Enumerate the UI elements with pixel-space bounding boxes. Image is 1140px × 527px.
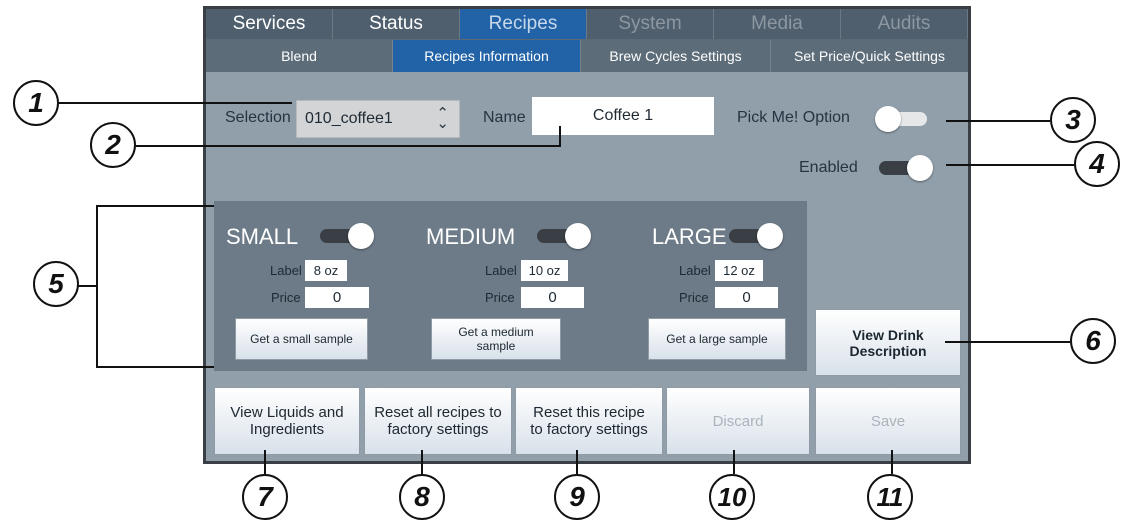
callout-line-2 xyxy=(136,145,561,147)
size-small-title: SMALL xyxy=(226,224,299,249)
size-medium-title: MEDIUM xyxy=(426,224,516,249)
size-small-price-field[interactable]: 0 xyxy=(305,287,369,308)
callout-2: 2 xyxy=(90,122,136,168)
callout-line-2-vertical xyxy=(559,126,561,146)
name-label: Name xyxy=(483,109,526,126)
recipes-screen: Services Status Recipes System Media Aud… xyxy=(203,6,971,464)
selection-value: 010_coffee1 xyxy=(305,110,393,127)
size-medium-label-field[interactable]: 10 oz xyxy=(521,260,568,281)
pick-me-label: Pick Me! Option xyxy=(737,109,850,126)
get-large-sample-button[interactable]: Get a large sample xyxy=(648,318,786,360)
save-button[interactable]: Save xyxy=(815,387,961,455)
reset-this-recipe-button[interactable]: Reset this recipe to factory settings xyxy=(515,387,663,455)
toggle-knob xyxy=(348,223,374,249)
size-small: SMALL Label 8 oz Price 0 Get a small sam… xyxy=(224,201,404,371)
tab-recipes[interactable]: Recipes xyxy=(460,9,587,39)
size-large-label-field[interactable]: 12 oz xyxy=(715,260,763,281)
callout-line-10 xyxy=(733,450,735,474)
up-down-chevron-icon: ⌃ ⌄ xyxy=(436,105,449,132)
callout-bracket-5-top xyxy=(96,205,214,207)
callout-11: 11 xyxy=(867,474,913,520)
size-large-title: LARGE xyxy=(652,224,727,249)
tab-services[interactable]: Services xyxy=(206,9,333,39)
size-small-label-field[interactable]: 8 oz xyxy=(305,260,347,281)
view-drink-description-button[interactable]: View Drink Description xyxy=(815,309,961,376)
size-small-label-caption: Label xyxy=(270,263,302,278)
size-large: LARGE Label 12 oz Price 0 Get a large sa… xyxy=(634,201,814,371)
callout-line-6 xyxy=(945,341,1070,343)
reset-all-recipes-button[interactable]: Reset all recipes to factory settings xyxy=(364,387,512,455)
callout-1: 1 xyxy=(13,80,59,126)
callout-line-1 xyxy=(58,102,292,104)
callout-9: 9 xyxy=(554,474,600,520)
callout-4: 4 xyxy=(1074,141,1120,187)
size-large-price-caption: Price xyxy=(679,290,709,305)
tab-status[interactable]: Status xyxy=(333,9,460,39)
pick-me-toggle[interactable] xyxy=(875,106,931,132)
size-medium-toggle[interactable] xyxy=(537,223,591,249)
callout-line-3 xyxy=(946,120,1050,122)
toggle-knob xyxy=(907,155,933,181)
sub-tabs: Blend Recipes Information Brew Cycles Se… xyxy=(206,39,968,72)
subtab-set-price-quick-settings[interactable]: Set Price/Quick Settings xyxy=(771,40,968,72)
toggle-knob xyxy=(875,106,901,132)
callout-6: 6 xyxy=(1070,318,1116,364)
main-tabs: Services Status Recipes System Media Aud… xyxy=(206,9,968,39)
callout-10: 10 xyxy=(709,474,755,520)
tab-audits[interactable]: Audits xyxy=(841,9,968,39)
selection-dropdown[interactable]: 010_coffee1 ⌃ ⌄ xyxy=(296,100,460,138)
size-medium-label-caption: Label xyxy=(485,263,517,278)
size-large-label-caption: Label xyxy=(679,263,711,278)
toggle-knob xyxy=(757,223,783,249)
callout-line-4 xyxy=(946,164,1074,166)
subtab-blend[interactable]: Blend xyxy=(206,40,393,72)
selection-label: Selection xyxy=(225,109,291,126)
size-medium-price-field[interactable]: 0 xyxy=(521,287,584,308)
callout-line-9 xyxy=(576,450,578,474)
subtab-recipes-information[interactable]: Recipes Information xyxy=(393,40,581,72)
size-large-toggle[interactable] xyxy=(729,223,783,249)
tab-media[interactable]: Media xyxy=(714,9,841,39)
callout-3: 3 xyxy=(1050,97,1096,143)
size-large-price-field[interactable]: 0 xyxy=(715,287,778,308)
discard-button[interactable]: Discard xyxy=(666,387,810,455)
callout-line-8 xyxy=(421,450,423,474)
toggle-knob xyxy=(565,223,591,249)
get-small-sample-button[interactable]: Get a small sample xyxy=(235,318,368,360)
callout-bracket-5-bottom xyxy=(96,366,214,368)
size-small-toggle[interactable] xyxy=(320,223,374,249)
view-liquids-ingredients-button[interactable]: View Liquids and Ingredients xyxy=(214,387,360,455)
subtab-brew-cycles-settings[interactable]: Brew Cycles Settings xyxy=(581,40,771,72)
callout-line-11 xyxy=(891,450,893,474)
get-medium-sample-button[interactable]: Get a medium sample xyxy=(431,318,561,360)
callout-7: 7 xyxy=(242,474,288,520)
callout-line-5 xyxy=(77,285,97,287)
callout-5: 5 xyxy=(33,261,79,307)
enabled-label: Enabled xyxy=(799,159,858,176)
callout-8: 8 xyxy=(399,474,445,520)
size-medium: MEDIUM Label 10 oz Price 0 Get a medium … xyxy=(419,201,599,371)
size-small-price-caption: Price xyxy=(271,290,301,305)
callout-line-7 xyxy=(264,450,266,474)
tab-system[interactable]: System xyxy=(587,9,714,39)
size-options-panel: SMALL Label 8 oz Price 0 Get a small sam… xyxy=(214,201,807,371)
enabled-toggle[interactable] xyxy=(879,155,933,181)
size-medium-price-caption: Price xyxy=(485,290,515,305)
